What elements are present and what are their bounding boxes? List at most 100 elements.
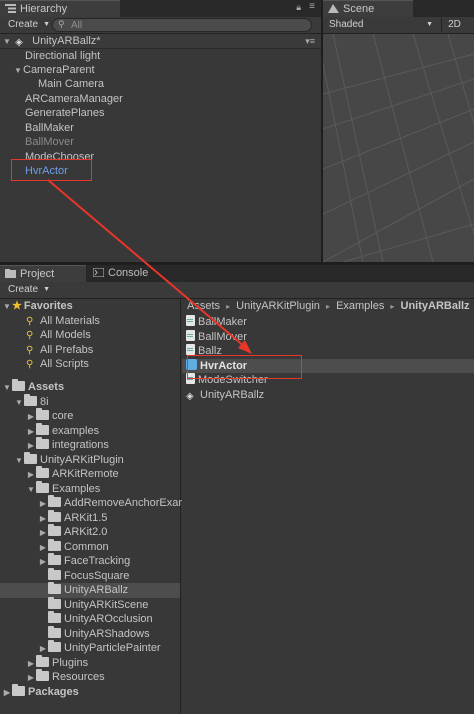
breadcrumb: Assets ▸ UnityARKitPlugin ▸ Examples ▸ U… — [187, 299, 470, 314]
tab-scene[interactable]: Scene — [323, 0, 413, 17]
favorites-item[interactable]: ⚲ All Models — [0, 328, 180, 343]
folder-row[interactable]: ▼ Examples — [0, 480, 180, 498]
folder-row[interactable]: ▶ Plugins — [0, 654, 180, 672]
scene-grid-viewport[interactable] — [323, 34, 474, 262]
folder-row[interactable]: FocusSquare — [0, 567, 180, 584]
collapse-arrow-icon[interactable]: ▶ — [26, 468, 36, 483]
expand-arrow-icon[interactable]: ▼ — [14, 454, 24, 469]
collapse-arrow-icon[interactable]: ▶ — [2, 686, 12, 701]
breadcrumb-item[interactable]: UnityARKitPlugin — [236, 300, 320, 312]
folder-row[interactable]: ▶ UnityParticlePainter — [0, 640, 180, 656]
hierarchy-create-button[interactable]: Create ▼ — [4, 18, 54, 32]
collapse-arrow-icon[interactable]: ▶ — [38, 526, 48, 541]
folder-row-selected[interactable]: UnityARBallz — [0, 582, 180, 598]
collapse-arrow-icon[interactable]: ▶ — [38, 555, 48, 570]
favorites-item[interactable]: ⚲ All Scripts — [0, 357, 180, 372]
asset-row[interactable]: ◈ UnityARBallz — [182, 388, 474, 403]
lock-icon[interactable]: 🔒︎ — [296, 2, 301, 13]
dropdown-caret-icon: ▼ — [43, 21, 51, 28]
scene-panel: Scene Shaded ▼ 2D — [323, 0, 474, 262]
folder-row[interactable]: ▼ UnityARKitPlugin — [0, 451, 180, 469]
hierarchy-item-label: Directional light — [25, 50, 101, 62]
hierarchy-item-disabled[interactable]: BallMover — [0, 135, 321, 150]
scene-icon — [328, 4, 339, 13]
folder-icon — [48, 495, 61, 507]
folder-row[interactable]: ▶ integrations — [0, 437, 180, 453]
tab-hierarchy-label: Hierarchy — [20, 3, 68, 15]
packages-header[interactable]: ▶ Packages — [0, 684, 180, 701]
assets-header[interactable]: ▼ Assets — [0, 379, 180, 396]
folder-row[interactable]: ▶ examples — [0, 422, 180, 440]
breadcrumb-separator: ▸ — [325, 302, 330, 311]
folder-row[interactable]: ▶ ARKit2.0 — [0, 524, 180, 541]
expand-arrow-icon[interactable]: ▼ — [2, 35, 12, 50]
asset-row[interactable]: BallMaker — [182, 315, 474, 330]
folder-row[interactable]: ▶ ARKit1.5 — [0, 509, 180, 527]
folder-label: Plugins — [52, 656, 89, 669]
tab-hierarchy[interactable]: Hierarchy — [0, 0, 120, 17]
favorites-label: Favorites — [23, 300, 73, 312]
folder-row[interactable]: ▼ 8i — [0, 393, 180, 411]
hierarchy-item[interactable]: ▼CameraParent — [0, 63, 321, 78]
folder-row[interactable]: UnityAROcclusion — [0, 611, 180, 627]
asset-row[interactable]: BallMover — [182, 329, 474, 345]
folder-label: Common — [64, 540, 109, 553]
folder-icon — [48, 625, 61, 638]
panel-menu-icon[interactable]: ≡ — [309, 1, 315, 12]
collapse-arrow-icon[interactable]: ▶ — [26, 410, 36, 425]
hierarchy-item[interactable]: BallMaker — [0, 121, 321, 136]
collapse-arrow-icon[interactable]: ▶ — [26, 671, 36, 686]
search-placeholder: All — [71, 20, 83, 31]
favorites-item[interactable]: ⚲ All Materials — [0, 314, 180, 329]
folder-label: core — [52, 410, 74, 422]
expand-arrow-icon[interactable]: ▼ — [26, 483, 36, 498]
scene-toolbar: Shaded ▼ 2D — [323, 17, 474, 34]
collapse-arrow-icon[interactable]: ▶ — [26, 425, 36, 440]
expand-arrow-icon[interactable]: ▼ — [2, 300, 12, 315]
folder-row[interactable]: ▶ FaceTracking — [0, 553, 180, 570]
hierarchy-item[interactable]: ARCameraManager — [0, 92, 321, 107]
tab-scene-label: Scene — [343, 3, 375, 15]
shading-dropdown[interactable]: Shaded ▼ — [329, 18, 439, 32]
hierarchy-search-input[interactable]: ⚲ All — [52, 18, 312, 32]
folder-row[interactable]: ▶ Resources — [0, 669, 180, 686]
collapse-arrow-icon[interactable]: ▶ — [38, 541, 48, 556]
hierarchy-item[interactable]: Directional light — [0, 49, 321, 64]
folder-row[interactable]: UnityARKitScene — [0, 596, 180, 613]
collapse-arrow-icon[interactable]: ▶ — [38, 512, 48, 527]
folder-row[interactable]: UnityARShadows — [0, 625, 180, 642]
breadcrumb-item[interactable]: Assets — [187, 300, 220, 312]
breadcrumb-current[interactable]: UnityARBallz — [401, 300, 470, 312]
folder-row[interactable]: ▶ Common — [0, 538, 180, 556]
hierarchy-item[interactable]: GeneratePlanes — [0, 106, 321, 121]
folder-icon — [36, 466, 49, 478]
folder-row[interactable]: ▶ AddRemoveAnchorExar — [0, 495, 182, 512]
folder-icon — [48, 524, 61, 536]
collapse-arrow-icon[interactable]: ▶ — [26, 657, 36, 672]
favorites-header[interactable]: ▼★ Favorites — [0, 299, 180, 314]
favorites-item[interactable]: ⚲ All Prefabs — [0, 343, 180, 358]
breadcrumb-item[interactable]: Examples — [336, 300, 384, 312]
shading-label: Shaded — [329, 19, 364, 30]
tab-console[interactable]: Console — [88, 265, 178, 282]
tab-project[interactable]: Project — [0, 265, 86, 282]
tab-console-label: Console — [108, 267, 149, 279]
folder-label: ARKit1.5 — [64, 511, 108, 524]
folder-label: 8i — [40, 395, 49, 408]
hierarchy-icon — [5, 4, 16, 13]
tab-project-label: Project — [20, 268, 55, 280]
mode-2d-button[interactable]: 2D — [441, 18, 467, 32]
folder-icon — [24, 393, 37, 406]
folder-label: UnityParticlePainter — [64, 642, 161, 654]
collapse-arrow-icon[interactable]: ▶ — [38, 497, 48, 512]
scene-options-icon[interactable]: ▾≡ — [305, 34, 315, 49]
expand-arrow-icon[interactable]: ▼ — [14, 396, 24, 411]
favorites-item-label: All Prefabs — [40, 343, 94, 356]
scene-root-row[interactable]: ▼ ◈ UnityARBallz* ▾≡ — [0, 34, 321, 49]
folder-row[interactable]: ▶ ARKitRemote — [0, 466, 180, 483]
hierarchy-item[interactable]: Main Camera — [0, 77, 321, 92]
search-filter-icon: ⚲ — [26, 315, 34, 327]
project-create-button[interactable]: Create ▼ — [4, 283, 54, 297]
expand-arrow-icon[interactable]: ▼ — [2, 381, 12, 396]
folder-row[interactable]: ▶ core — [0, 408, 180, 425]
